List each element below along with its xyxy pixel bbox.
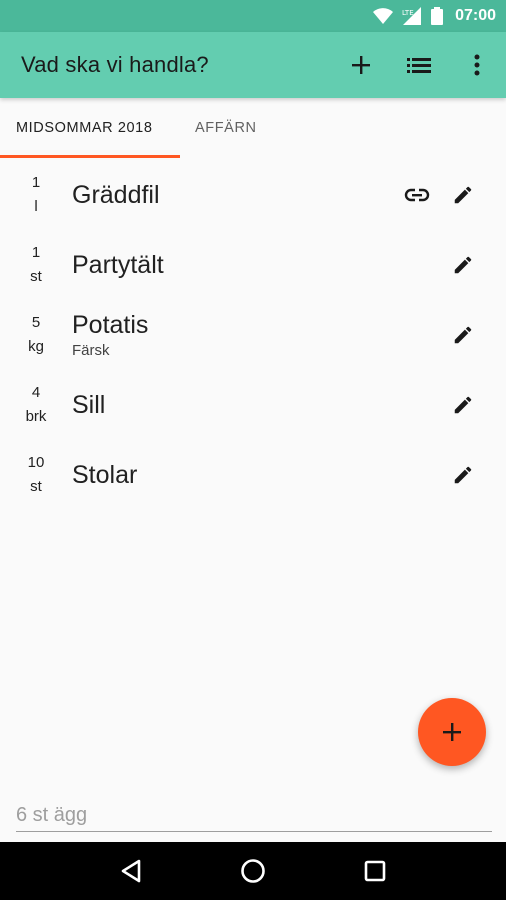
item-quantity: 1 l	[0, 171, 72, 219]
item-link-button[interactable]	[394, 172, 440, 218]
status-time: 07:00	[455, 7, 496, 24]
battery-icon	[431, 7, 444, 25]
back-triangle-icon	[121, 859, 141, 883]
tab-bar: MIDSOMMAR 2018 AFFÄRN	[0, 98, 506, 158]
item-amount: 10	[27, 454, 45, 471]
item-quantity: 10 st	[0, 451, 72, 499]
quick-add-input[interactable]	[16, 800, 492, 832]
system-nav-bar	[0, 842, 506, 900]
more-vert-icon	[474, 54, 480, 76]
wifi-icon	[373, 8, 394, 24]
item-name: Stolar	[72, 461, 138, 489]
item-amount: 5	[31, 314, 41, 331]
list-icon	[407, 58, 431, 73]
page-title: Vad ska vi handla?	[21, 52, 209, 77]
item-quantity: 4 brk	[0, 381, 72, 429]
lists-button[interactable]	[390, 37, 448, 93]
item-name: Gräddfil	[72, 181, 160, 209]
status-bar: LTE 07:00	[0, 0, 506, 32]
pencil-icon	[454, 326, 472, 344]
item-unit: l	[34, 198, 38, 215]
pencil-icon	[454, 396, 472, 414]
back-button[interactable]	[101, 842, 161, 900]
pencil-icon	[454, 466, 472, 484]
item-name: Sill	[72, 391, 106, 419]
tab-affarn[interactable]: AFFÄRN	[180, 98, 273, 158]
item-quantity: 5 kg	[0, 311, 72, 359]
add-list-button[interactable]	[332, 37, 390, 93]
home-circle-icon	[241, 859, 265, 883]
item-edit-button[interactable]	[440, 452, 486, 498]
list-item[interactable]: 1 st Partytält	[0, 230, 506, 300]
plus-icon	[352, 56, 370, 74]
item-name: Partytält	[72, 251, 164, 279]
plus-icon	[443, 723, 461, 741]
tab-midsommar[interactable]: MIDSOMMAR 2018	[0, 98, 180, 158]
network-label: LTE	[402, 9, 414, 17]
list-item[interactable]: 1 l Gräddfil	[0, 160, 506, 230]
shopping-list: 1 l Gräddfil 1 st Partytält 5 kg Potatis…	[0, 160, 506, 510]
item-edit-button[interactable]	[440, 382, 486, 428]
item-name: Potatis	[72, 311, 149, 339]
pencil-icon	[454, 186, 472, 204]
item-amount: 4	[31, 384, 41, 401]
item-edit-button[interactable]	[440, 242, 486, 288]
item-edit-button[interactable]	[440, 172, 486, 218]
recents-square-icon	[364, 860, 386, 882]
home-button[interactable]	[223, 842, 283, 900]
item-unit: st	[30, 478, 42, 495]
list-item[interactable]: 4 brk Sill	[0, 370, 506, 440]
item-note: Färsk	[72, 342, 110, 359]
item-unit: st	[30, 268, 42, 285]
link-icon	[404, 188, 430, 202]
cell-signal-icon: LTE	[401, 7, 423, 25]
overflow-menu-button[interactable]	[448, 37, 506, 93]
list-item[interactable]: 10 st Stolar	[0, 440, 506, 510]
add-item-fab[interactable]	[418, 698, 486, 766]
item-unit: kg	[28, 338, 44, 355]
list-item[interactable]: 5 kg Potatis Färsk	[0, 300, 506, 370]
item-edit-button[interactable]	[440, 312, 486, 358]
recents-button[interactable]	[345, 842, 405, 900]
item-unit: brk	[25, 408, 47, 425]
item-amount: 1	[31, 174, 41, 191]
pencil-icon	[454, 256, 472, 274]
item-amount: 1	[31, 244, 41, 261]
app-bar: Vad ska vi handla?	[0, 32, 506, 98]
item-quantity: 1 st	[0, 241, 72, 289]
